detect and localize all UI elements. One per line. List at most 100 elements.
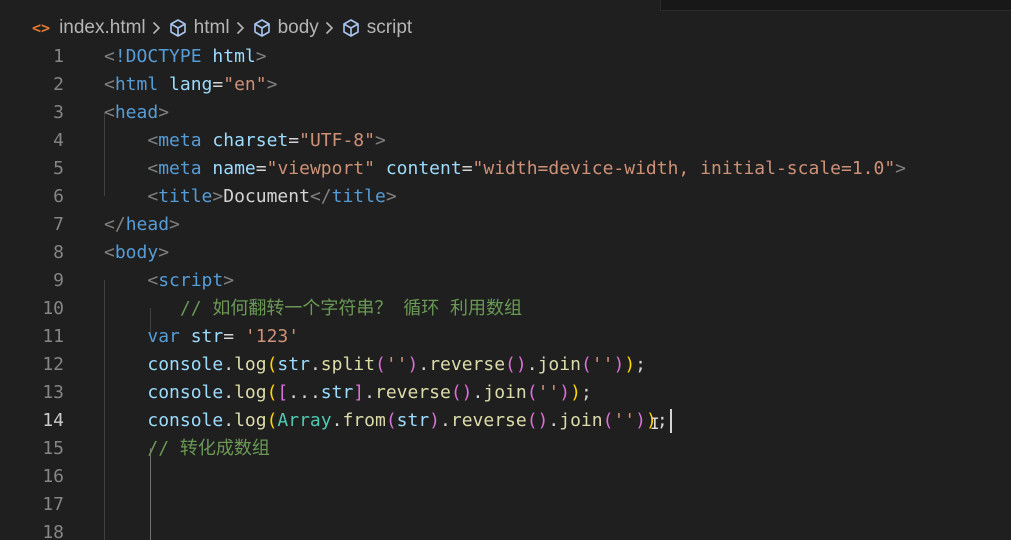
code-token: reverse: [429, 354, 506, 375]
line-number: 2: [53, 74, 64, 95]
code-line[interactable]: 13 console.log([...str].reverse().join('…: [0, 379, 1011, 407]
code-token: str: [396, 410, 430, 431]
code-token: str: [190, 326, 224, 347]
breadcrumb-label: body: [277, 17, 319, 38]
code-token: >: [895, 158, 907, 179]
code-line[interactable]: 15 // 转化成数组: [0, 435, 1011, 463]
code-line[interactable]: 4 <meta charset="UTF-8">: [0, 127, 1011, 155]
code-token: '': [591, 354, 614, 375]
code-token: >: [255, 46, 267, 67]
breadcrumb-label: index.html: [59, 17, 146, 38]
code-token: log: [234, 382, 267, 403]
code-line[interactable]: 9 <script>: [0, 267, 1011, 295]
code-token: "width=device-width, initial-scale=1.0": [472, 158, 896, 179]
code-token: ): [570, 382, 581, 403]
code-token: title: [331, 186, 386, 207]
code-line[interactable]: 18: [0, 519, 1011, 540]
code-token: .: [364, 382, 375, 403]
code-token: content: [385, 158, 462, 179]
code-editor[interactable]: 1 <!DOCTYPE html> 2 <html lang="en"> 3 <head>…: [0, 42, 1011, 540]
code-token: // 如何翻转一个字符串？ 循环 利用数组: [179, 298, 523, 319]
code-token: (): [505, 354, 527, 375]
code-token: .: [309, 354, 321, 375]
line-number: 18: [42, 522, 64, 540]
code-token: .: [472, 382, 484, 403]
line-number: 11: [42, 326, 64, 347]
code-line[interactable]: 1 <!DOCTYPE html>: [0, 43, 1011, 71]
code-token: meta: [158, 158, 202, 179]
code-line[interactable]: 7 </head>: [0, 211, 1011, 239]
breadcrumb-item-html[interactable]: html: [168, 17, 230, 39]
code-token: Array: [277, 410, 332, 431]
cube-icon: [252, 18, 272, 38]
code-token: head: [114, 102, 159, 123]
code-token: <: [104, 74, 115, 95]
code-token: </: [104, 214, 126, 235]
code-token: console: [147, 410, 224, 431]
code-line[interactable]: 10 // 如何翻转一个字符串？ 循环 利用数组: [0, 295, 1011, 323]
code-token: .: [223, 382, 235, 403]
code-text: <body>: [104, 239, 169, 267]
code-token: >: [374, 130, 386, 151]
code-token: ): [613, 354, 625, 375]
code-text: // 转化成数组: [104, 435, 270, 463]
mouse-ibeam-cursor-icon: I: [650, 414, 660, 433]
code-line[interactable]: 8 <body>: [0, 239, 1011, 267]
chevron-right-icon: [325, 21, 334, 35]
code-token: "viewport": [266, 158, 375, 179]
code-token: ;: [635, 354, 646, 375]
code-token: title: [158, 186, 213, 207]
code-token: ): [407, 354, 419, 375]
code-token: <: [147, 158, 159, 179]
code-token: >: [212, 186, 224, 207]
code-text: <script>: [104, 267, 234, 295]
code-line[interactable]: 14 console.log(Array.from(str).reverse()…: [0, 407, 1011, 435]
line-number: 12: [42, 354, 64, 375]
code-text: console.log(str.split('').reverse().join…: [104, 351, 646, 379]
code-token: (: [580, 354, 592, 375]
tab-bar-background: [660, 0, 1011, 11]
text-cursor: [669, 409, 672, 433]
code-token: =: [223, 326, 245, 347]
line-number: 13: [42, 382, 64, 403]
code-token: Document: [223, 186, 310, 207]
code-token: >: [223, 270, 235, 291]
code-token: console: [147, 382, 224, 403]
line-number: 16: [42, 466, 64, 487]
code-token: [: [277, 382, 289, 403]
line-number: 10: [42, 298, 64, 319]
code-token: str: [320, 382, 354, 403]
code-token: (: [266, 410, 278, 431]
code-line[interactable]: 17: [0, 491, 1011, 519]
code-token: =: [288, 130, 300, 151]
code-token: join: [537, 354, 581, 375]
breadcrumb-item-body[interactable]: body: [252, 17, 319, 39]
code-line[interactable]: 16: [0, 463, 1011, 491]
breadcrumb-item-file[interactable]: <> index.html: [32, 17, 146, 39]
breadcrumb-item-script[interactable]: script: [341, 17, 412, 39]
code-token: >: [266, 74, 278, 95]
code-token: .: [331, 410, 343, 431]
code-token: lang: [169, 74, 213, 95]
code-token: split: [320, 354, 375, 375]
code-line[interactable]: 5 <meta name="viewport" content="width=d…: [0, 155, 1011, 183]
code-token: >: [385, 186, 397, 207]
code-line[interactable]: 11 var str= '123': [0, 323, 1011, 351]
code-line[interactable]: 6 <title>Document</title>: [0, 183, 1011, 211]
code-line[interactable]: 3 <head>: [0, 99, 1011, 127]
code-token: ): [624, 354, 636, 375]
code-line[interactable]: 12 console.log(str.split('').reverse().j…: [0, 351, 1011, 379]
code-token: (: [266, 354, 278, 375]
code-token: // 转化成数组: [147, 438, 270, 459]
code-line[interactable]: 2 <html lang="en">: [0, 71, 1011, 99]
code-token: >: [158, 242, 170, 263]
code-token: >: [169, 214, 180, 235]
code-token: console: [147, 354, 224, 375]
